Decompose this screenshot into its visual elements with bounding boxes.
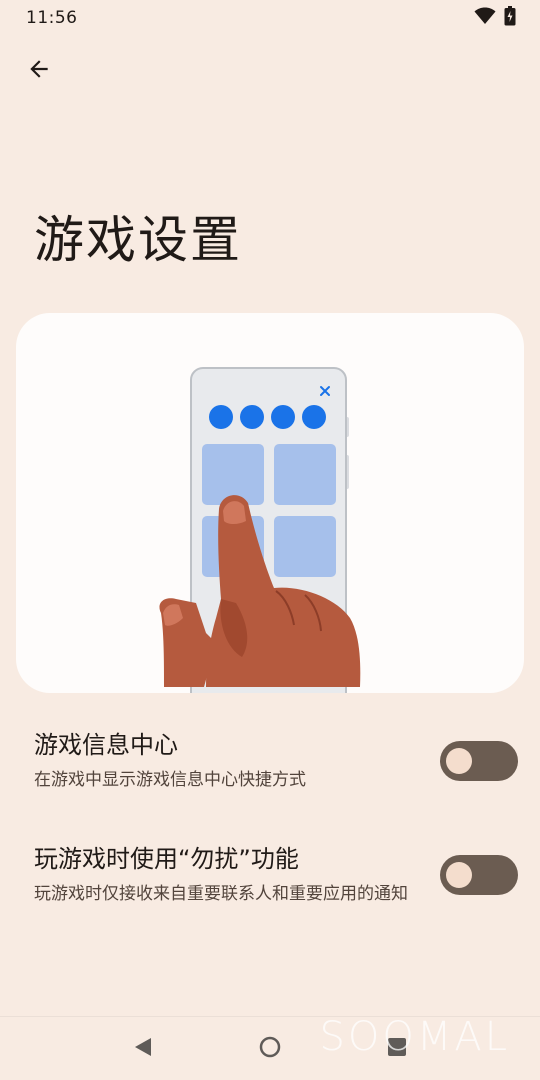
status-bar: 11:56 [0,0,540,36]
back-button[interactable] [16,48,62,94]
setting-do-not-disturb[interactable]: 玩游戏时使用“勿扰”功能 玩游戏时仅接收来自重要联系人和重要应用的通知 [0,842,540,908]
toggle-thumb [446,862,472,888]
setting-title: 游戏信息中心 [34,731,178,759]
phone-hand-illustration [159,367,361,693]
setting-summary: 在游戏中显示游戏信息中心快捷方式 [34,770,306,790]
wifi-icon [474,7,496,29]
page-title: 游戏设置 [34,211,242,269]
setting-summary: 玩游戏时仅接收来自重要联系人和重要应用的通知 [34,884,408,904]
do-not-disturb-toggle[interactable] [440,855,518,895]
illustration-card [16,313,524,693]
watermark: SOOMAL [319,1014,510,1060]
setting-text: 游戏信息中心 在游戏中显示游戏信息中心快捷方式 [34,728,306,794]
arrow-left-icon [26,56,52,86]
game-dashboard-toggle[interactable] [440,741,518,781]
status-icons [474,6,516,30]
nav-home-button[interactable] [250,1029,290,1069]
status-time: 11:56 [26,8,78,28]
battery-icon [504,6,516,30]
home-circle-icon [258,1035,282,1063]
setting-game-dashboard[interactable]: 游戏信息中心 在游戏中显示游戏信息中心快捷方式 [0,728,540,794]
setting-title: 玩游戏时使用“勿扰”功能 [34,845,299,873]
setting-text: 玩游戏时使用“勿扰”功能 玩游戏时仅接收来自重要联系人和重要应用的通知 [34,842,408,908]
back-triangle-icon [132,1036,154,1062]
nav-back-button[interactable] [123,1029,163,1069]
toggle-thumb [446,748,472,774]
